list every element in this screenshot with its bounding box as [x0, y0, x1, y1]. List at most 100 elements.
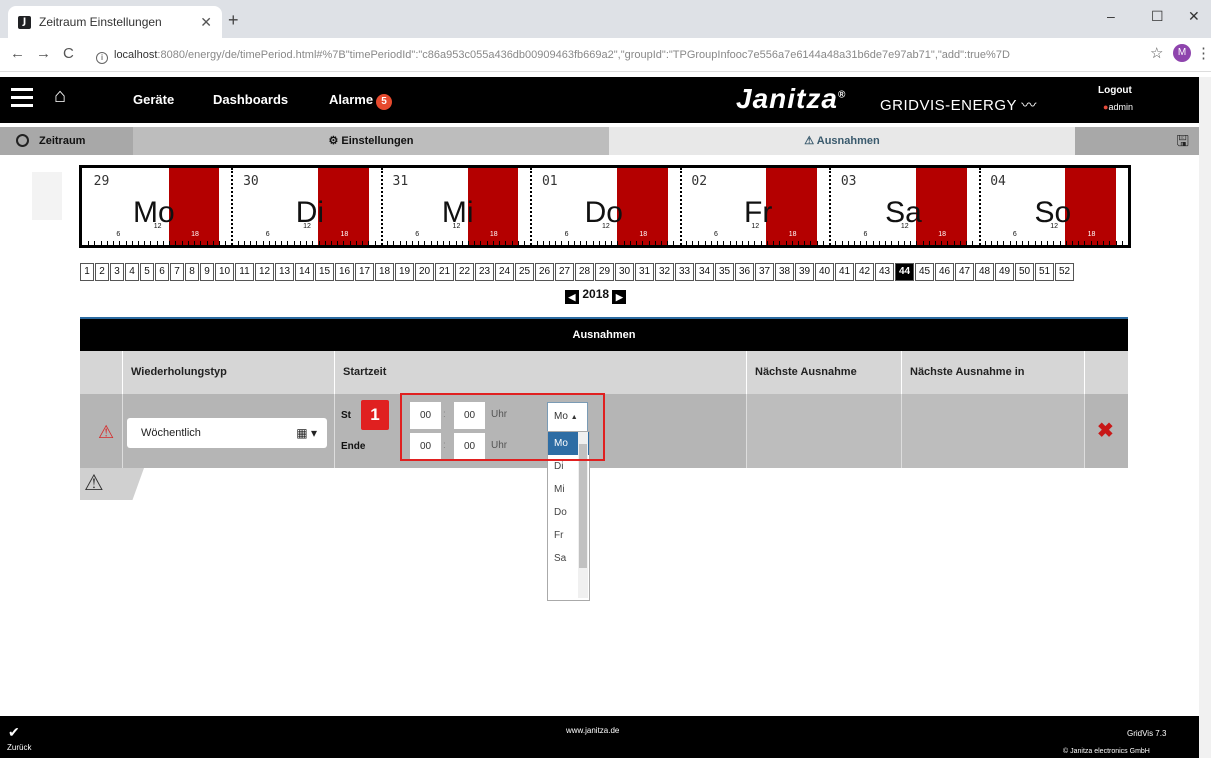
page-scrollbar[interactable] [1199, 77, 1211, 758]
week-button-35[interactable]: 35 [715, 263, 734, 281]
week-button-29[interactable]: 29 [595, 263, 614, 281]
close-tab-icon[interactable]: ✕ [200, 14, 212, 31]
day-separator [530, 168, 533, 245]
week-button-33[interactable]: 33 [675, 263, 694, 281]
week-button-44[interactable]: 44 [895, 263, 914, 281]
week-button-31[interactable]: 31 [635, 263, 654, 281]
calendar-day[interactable]: 31 Mi 6 12 18 [380, 168, 530, 245]
week-button-4[interactable]: 4 [125, 263, 139, 281]
tab-ausnahmen[interactable]: ⚠ Ausnahmen [609, 127, 1075, 155]
calendar-hour-label: 12 [900, 223, 909, 230]
calendar-day[interactable]: 04 So 6 12 18 [978, 168, 1128, 245]
new-tab-icon[interactable]: + [228, 10, 239, 31]
week-button-25[interactable]: 25 [515, 263, 534, 281]
dropdown-scrollbar-thumb[interactable] [579, 444, 587, 568]
hamburger-menu-icon[interactable] [11, 88, 33, 112]
week-button-30[interactable]: 30 [615, 263, 634, 281]
week-button-7[interactable]: 7 [170, 263, 184, 281]
calendar-day[interactable]: 02 Fr 6 12 18 [679, 168, 829, 245]
browser-menu-icon[interactable]: ⋮ [1196, 44, 1211, 62]
maximize-icon[interactable]: ☐ [1151, 8, 1164, 25]
back-check-icon[interactable]: ✔ [8, 724, 20, 741]
tab-einstellungen[interactable]: ⚙ Einstellungen [133, 127, 609, 155]
week-button-21[interactable]: 21 [435, 263, 454, 281]
week-button-34[interactable]: 34 [695, 263, 714, 281]
reload-icon[interactable]: C [63, 45, 74, 62]
week-button-26[interactable]: 26 [535, 263, 554, 281]
week-button-52[interactable]: 52 [1055, 263, 1074, 281]
week-button-9[interactable]: 9 [200, 263, 214, 281]
week-button-22[interactable]: 22 [455, 263, 474, 281]
calendar-day[interactable]: 03 Sa 6 12 18 [829, 168, 978, 245]
week-button-38[interactable]: 38 [775, 263, 794, 281]
bookmark-star-icon[interactable]: ☆ [1150, 44, 1163, 62]
week-button-46[interactable]: 46 [935, 263, 954, 281]
logout-link[interactable]: Logout [1098, 85, 1132, 96]
week-button-10[interactable]: 10 [215, 263, 234, 281]
back-arrow-icon[interactable]: ← [10, 45, 25, 62]
week-button-19[interactable]: 19 [395, 263, 414, 281]
week-button-41[interactable]: 41 [835, 263, 854, 281]
forward-arrow-icon[interactable]: → [36, 45, 51, 62]
week-button-11[interactable]: 11 [235, 263, 254, 281]
week-button-45[interactable]: 45 [915, 263, 934, 281]
nav-dashboards[interactable]: Dashboards [213, 92, 288, 107]
calendar-hour-tick [175, 241, 177, 245]
website-link[interactable]: www.janitza.de [566, 726, 619, 735]
week-calendar[interactable]: 29 Mo 6 12 18 30 Di 6 12 18 31 Mi 6 12 18 01 Do 6 12 18 02 Fr… [79, 165, 1131, 248]
nav-alarme[interactable]: Alarme 5 [329, 92, 393, 110]
week-button-27[interactable]: 27 [555, 263, 574, 281]
info-icon[interactable]: i [96, 52, 108, 64]
url-field[interactable]: i localhost:8080/energy/de/timePeriod.htm… [96, 44, 1136, 66]
calendar-day[interactable]: 01 Do 6 12 18 [530, 168, 679, 245]
week-button-40[interactable]: 40 [815, 263, 834, 281]
week-button-23[interactable]: 23 [475, 263, 494, 281]
week-button-39[interactable]: 39 [795, 263, 814, 281]
browser-tab[interactable]: J Zeitraum Einstellungen ✕ [8, 6, 222, 38]
previous-year-icon[interactable]: ◀ [565, 290, 579, 304]
calendar-day[interactable]: 30 Di 6 12 18 [231, 168, 380, 245]
week-button-1[interactable]: 1 [80, 263, 94, 281]
week-button-3[interactable]: 3 [110, 263, 124, 281]
minimize-icon[interactable]: – [1107, 8, 1115, 24]
profile-avatar[interactable]: M [1173, 44, 1191, 62]
close-window-icon[interactable]: ✕ [1188, 8, 1200, 25]
week-button-5[interactable]: 5 [140, 263, 154, 281]
repeat-type-select[interactable]: Wöchentlich ▦ ▾ [127, 418, 327, 448]
week-button-28[interactable]: 28 [575, 263, 594, 281]
week-button-12[interactable]: 12 [255, 263, 274, 281]
week-button-15[interactable]: 15 [315, 263, 334, 281]
week-button-6[interactable]: 6 [155, 263, 169, 281]
week-button-13[interactable]: 13 [275, 263, 294, 281]
week-button-20[interactable]: 20 [415, 263, 434, 281]
week-button-14[interactable]: 14 [295, 263, 314, 281]
week-button-50[interactable]: 50 [1015, 263, 1034, 281]
week-button-17[interactable]: 17 [355, 263, 374, 281]
week-button-36[interactable]: 36 [735, 263, 754, 281]
next-year-icon[interactable]: ▶ [612, 290, 627, 304]
nav-geraete[interactable]: Geräte [133, 92, 174, 107]
week-button-2[interactable]: 2 [95, 263, 109, 281]
back-label[interactable]: Zurück [7, 743, 31, 752]
exception-settings-tab[interactable]: ⚠ [80, 468, 144, 500]
week-button-49[interactable]: 49 [995, 263, 1014, 281]
calendar-hour-tick [941, 241, 943, 245]
calendar-hour-tick [318, 241, 320, 245]
week-button-24[interactable]: 24 [495, 263, 514, 281]
week-button-43[interactable]: 43 [875, 263, 894, 281]
delete-icon[interactable]: ✖ [1097, 418, 1114, 443]
home-icon[interactable]: ⌂ [54, 85, 66, 108]
week-button-32[interactable]: 32 [655, 263, 674, 281]
week-button-37[interactable]: 37 [755, 263, 774, 281]
week-button-16[interactable]: 16 [335, 263, 354, 281]
calendar-day[interactable]: 29 Mo 6 12 18 [82, 168, 231, 245]
week-button-42[interactable]: 42 [855, 263, 874, 281]
tab-zeitraum[interactable]: Zeitraum [0, 127, 133, 155]
week-button-47[interactable]: 47 [955, 263, 974, 281]
week-button-18[interactable]: 18 [375, 263, 394, 281]
week-button-8[interactable]: 8 [185, 263, 199, 281]
week-button-48[interactable]: 48 [975, 263, 994, 281]
week-button-51[interactable]: 51 [1035, 263, 1054, 281]
calendar-hour-tick [573, 241, 575, 245]
save-icon[interactable]: 🖫 [1075, 127, 1199, 155]
